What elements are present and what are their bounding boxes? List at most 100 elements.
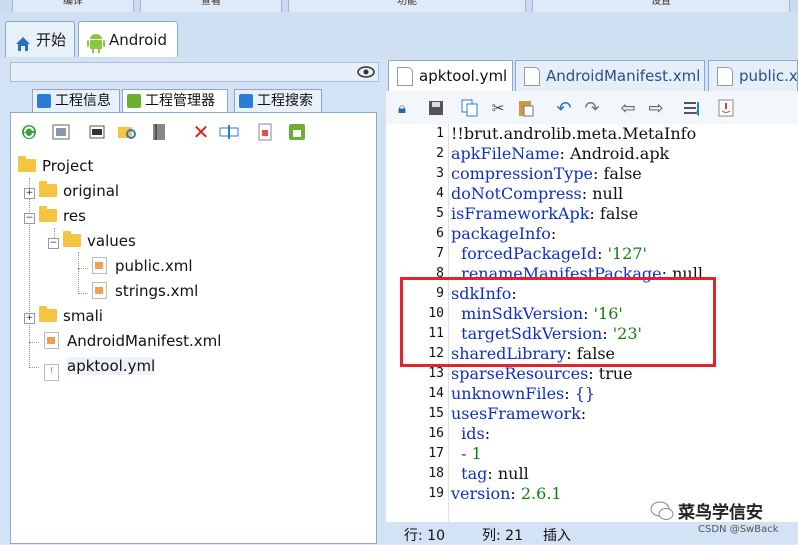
folder-icon	[39, 306, 57, 322]
tab-android[interactable]: Android	[78, 21, 178, 57]
tree-node-values[interactable]: − values	[48, 230, 136, 252]
line-number: 14	[428, 386, 444, 401]
tree-guide-line	[78, 268, 88, 269]
copy-icon[interactable]	[460, 98, 480, 118]
window-icon[interactable]	[87, 122, 107, 142]
tree-node-apktool-yml[interactable]: ! apktool.yml	[44, 355, 156, 381]
format-icon[interactable]	[682, 98, 702, 118]
document-icon[interactable]	[255, 122, 275, 142]
code-line[interactable]: unknownFiles: {}	[451, 384, 595, 404]
delete-icon[interactable]: ✕	[191, 120, 211, 144]
tree-node-res[interactable]: − res	[24, 205, 86, 227]
tree-node-original[interactable]: + original	[24, 180, 119, 202]
menu-compile[interactable]: 编译	[12, 0, 134, 12]
subtab-project-manager-label: 工程管理器	[145, 93, 215, 109]
folder-icon	[39, 181, 57, 197]
back-icon[interactable]: ⇦	[618, 98, 638, 119]
folder-icon	[63, 231, 81, 247]
tree-node-label: res	[63, 207, 86, 225]
tree-node-label: apktool.yml	[67, 357, 156, 375]
tree-guide-line	[29, 367, 39, 368]
cut-icon[interactable]: ✂	[488, 98, 508, 118]
collapse-icon[interactable]: −	[48, 238, 59, 249]
line-number: 18	[428, 466, 444, 481]
file-icon	[524, 67, 540, 86]
book-icon[interactable]	[149, 122, 169, 142]
tree-node-label: public.xml	[115, 257, 193, 275]
undo-icon[interactable]: ↶	[554, 98, 574, 119]
code-line[interactable]: ids:	[451, 424, 490, 444]
editor-tab-label: AndroidManifest.xml	[546, 67, 701, 85]
tree-node-label: AndroidManifest.xml	[67, 332, 222, 350]
editor-tab-apktool-yml[interactable]: apktool.yml	[388, 60, 513, 91]
collapse-icon[interactable]: −	[24, 213, 35, 224]
line-number: 7	[436, 246, 444, 261]
code-line[interactable]: isFrameworkApk: false	[451, 204, 638, 224]
info-icon	[37, 94, 51, 108]
subtab-project-search[interactable]: 工程搜索	[234, 89, 322, 112]
watermark-brand: 菜鸟学信安	[678, 503, 763, 523]
code-line[interactable]: sparseResources: true	[451, 364, 633, 384]
code-line[interactable]: forcedPackageId: '127'	[451, 244, 647, 264]
java-icon[interactable]	[716, 98, 736, 118]
line-number: 6	[436, 226, 444, 241]
line-number: 16	[428, 426, 444, 441]
tree-node-project[interactable]: Project	[18, 155, 93, 177]
code-line[interactable]: apkFileName: Android.apk	[451, 144, 669, 164]
eye-icon[interactable]	[357, 64, 375, 83]
editor-toolbar: 🔒︎ ✂ ↶ ↷ ⇦ ⇨	[386, 91, 798, 124]
line-number: 1	[436, 126, 444, 141]
wechat-icon	[650, 500, 674, 526]
code-line[interactable]: !!brut.androlib.meta.MetaInfo	[451, 124, 696, 144]
tree-node-android-manifest[interactable]: AndroidManifest.xml	[44, 330, 221, 352]
code-line[interactable]: version: 2.6.1	[451, 484, 562, 504]
code-line[interactable]: doNotCompress: null	[451, 184, 623, 204]
lock-icon[interactable]: 🔒︎	[392, 98, 412, 118]
line-number: 5	[436, 206, 444, 221]
redo-icon[interactable]: ↷	[582, 98, 602, 119]
expand-icon[interactable]: +	[24, 313, 35, 324]
menu-settings[interactable]: 设置	[532, 0, 790, 12]
tree-guide-line	[29, 342, 39, 343]
save-icon[interactable]	[426, 98, 446, 118]
image-icon[interactable]	[51, 122, 71, 142]
code-line[interactable]: - 1	[451, 444, 482, 464]
xml-file-icon	[92, 257, 107, 274]
forward-icon[interactable]: ⇨	[646, 98, 666, 119]
line-number: 13	[428, 366, 444, 381]
file-icon	[397, 67, 413, 86]
android-icon[interactable]	[287, 122, 307, 142]
file-icon	[717, 67, 733, 86]
tree-node-smali[interactable]: + smali	[24, 305, 103, 327]
search-icon	[239, 94, 253, 108]
editor-tab-label: apktool.yml	[419, 67, 508, 85]
status-insert-mode: 插入	[543, 528, 571, 544]
subtab-project-info[interactable]: 工程信息	[32, 89, 120, 112]
rename-icon[interactable]	[219, 122, 239, 142]
menu-view[interactable]: 查看	[140, 0, 282, 12]
line-number: 15	[428, 406, 444, 421]
paste-icon[interactable]	[516, 98, 536, 118]
code-line[interactable]: usesFramework:	[451, 404, 586, 424]
tree-node-label: smali	[63, 307, 103, 325]
tree-node-public-xml[interactable]: public.xml	[92, 255, 193, 277]
tree-node-label: strings.xml	[115, 282, 199, 300]
subtab-project-manager[interactable]: 工程管理器	[122, 89, 228, 112]
tab-start[interactable]: 开始	[5, 21, 75, 57]
tree-node-label: original	[63, 182, 120, 200]
expand-icon[interactable]: +	[24, 188, 35, 199]
tree-node-label: values	[87, 232, 136, 250]
code-line[interactable]: tag: null	[451, 464, 529, 484]
folder-search-icon[interactable]	[117, 122, 137, 142]
xml-file-icon	[92, 282, 107, 299]
editor-tab-label: public.xml	[739, 67, 798, 85]
editor-tab-public-xml[interactable]: public.xml	[708, 60, 798, 91]
highlight-box	[400, 277, 716, 367]
editor-tab-android-manifest[interactable]: AndroidManifest.xml	[515, 60, 705, 91]
refresh-icon[interactable]	[19, 122, 39, 142]
menu-function[interactable]: 功能	[288, 0, 526, 12]
code-line[interactable]: packageInfo:	[451, 224, 556, 244]
code-line[interactable]: compressionType: false	[451, 164, 642, 184]
watermark: 菜鸟学信安 CSDN @SwBack	[648, 492, 798, 544]
tree-node-strings-xml[interactable]: strings.xml	[92, 280, 198, 302]
